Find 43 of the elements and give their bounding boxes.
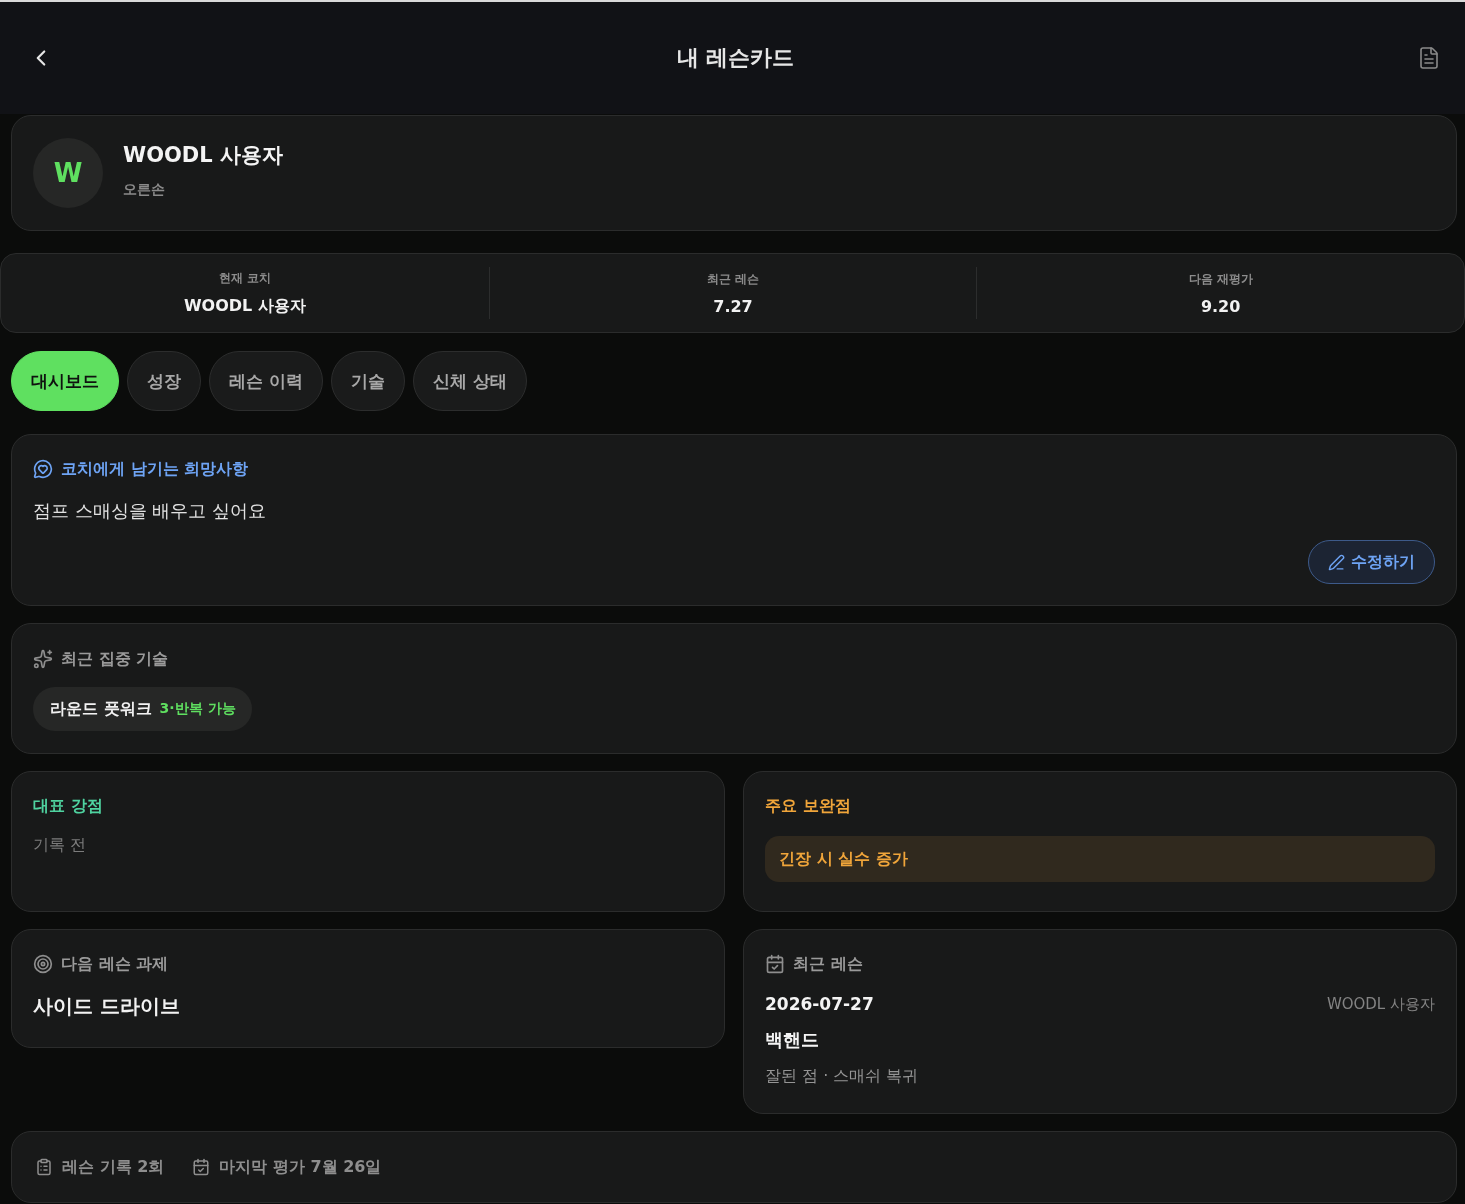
focus-title: 최근 집중 기술 <box>61 648 169 670</box>
skill-status: 3·반복 가능 <box>159 700 236 718</box>
next-task-title: 다음 레슨 과제 <box>61 953 169 975</box>
skill-name: 라운드 풋워크 <box>50 698 152 720</box>
document-icon <box>1417 46 1441 70</box>
lesson-note: 잘된 점 · 스매쉬 복귀 <box>765 1066 920 1087</box>
recent-lesson-title: 최근 레슨 <box>793 953 863 975</box>
pencil-icon <box>1328 553 1345 571</box>
clipboard-icon <box>35 1158 53 1176</box>
user-name: WOODL 사용자 <box>123 142 283 169</box>
calendar-check-icon <box>765 954 785 974</box>
message-heart-icon <box>33 459 53 479</box>
strength-title: 대표 강점 <box>33 795 103 817</box>
summary-text: 레슨 기록 2회 <box>62 1156 165 1178</box>
task-text: 사이드 드라이브 <box>33 993 181 1020</box>
edit-button[interactable]: 수정하기 <box>1308 540 1435 584</box>
page-title: 내 레슨카드 <box>676 44 795 72</box>
lesson-skill: 백핸드 <box>765 1028 820 1052</box>
handedness-text: 오른손 <box>123 181 166 199</box>
tab[interactable]: 레슨 이력 <box>209 351 323 411</box>
avatar: W <box>33 138 103 208</box>
stat-label: 현재 코치 <box>218 269 271 287</box>
empty-text: 기록 전 <box>33 835 88 856</box>
wish-text: 점프 스매싱을 배우고 싶어요 <box>33 499 268 523</box>
tab[interactable]: 성장 <box>127 351 201 411</box>
lesson-date: 2026-07-27 <box>765 994 874 1014</box>
lesson-coach: WOODL 사용자 <box>1326 994 1435 1014</box>
target-icon <box>33 954 53 974</box>
weakness-title: 주요 보완점 <box>765 795 851 817</box>
stat-value: 7.27 <box>713 296 753 316</box>
stat-label: 최근 레슨 <box>706 270 760 288</box>
stat-value: 9.20 <box>1200 296 1241 316</box>
stat-value: WOODL 사용자 <box>183 295 306 317</box>
tab[interactable]: 기술 <box>330 351 405 411</box>
calendar-check-icon <box>192 1158 211 1176</box>
tab[interactable]: 신체 상태 <box>412 351 527 411</box>
sparkles-icon <box>33 649 53 669</box>
stat-label: 다음 재평가 <box>1188 270 1253 288</box>
wish-title: 코치에게 남기는 희망사항 <box>61 458 249 480</box>
document-button[interactable] <box>1417 46 1441 70</box>
tab[interactable]: 대시보드 <box>11 351 119 411</box>
summary-text: 마지막 평가 7월 26일 <box>219 1156 382 1178</box>
weakness-item: 긴장 시 실수 증가 <box>765 836 1435 882</box>
